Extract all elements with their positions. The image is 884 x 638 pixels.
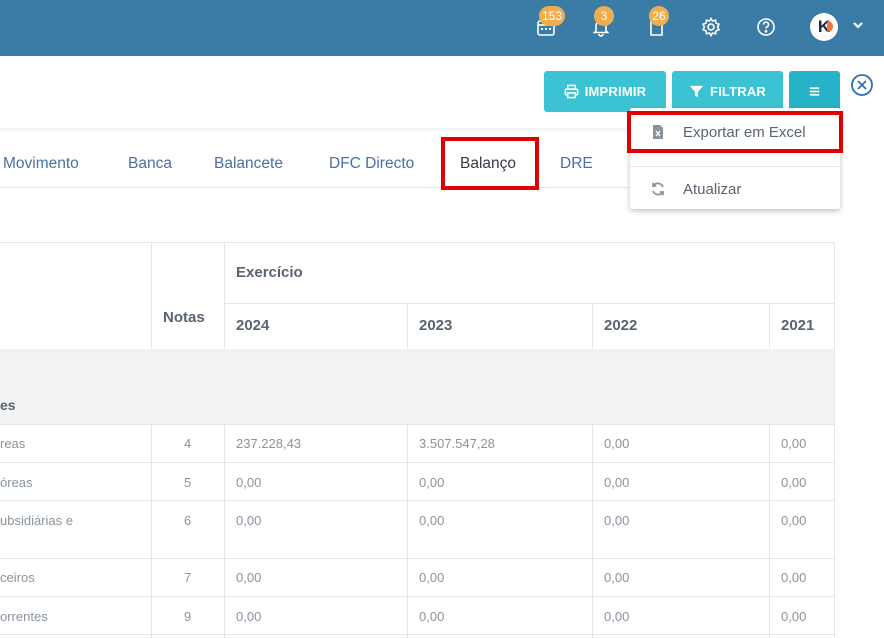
dropdown-divider: [630, 166, 840, 167]
top-navbar: 153 3 26 K: [0, 0, 884, 56]
row-label: orrentes: [0, 609, 48, 624]
col-divider: [769, 303, 770, 348]
year-header: 2023: [419, 317, 453, 334]
filter-label: FILTRAR: [709, 84, 767, 99]
row-nota: 9: [184, 609, 192, 624]
print-label: IMPRIMIR: [584, 84, 647, 99]
col-divider: [407, 424, 408, 638]
documents-badge: 26: [649, 6, 669, 26]
row-label: óreas: [0, 475, 33, 490]
calendar-button[interactable]: 153: [533, 6, 566, 40]
gear-icon: [701, 17, 721, 37]
col-divider: [834, 349, 835, 424]
year-header: 2022: [604, 317, 638, 334]
value-2023: 0,00: [419, 609, 445, 624]
col-divider: [592, 303, 593, 348]
tab-balancete[interactable]: Balancete: [214, 155, 283, 173]
value-2024: 0,00: [236, 570, 262, 585]
notifications-button[interactable]: 3: [588, 6, 614, 40]
printer-icon: [564, 84, 579, 99]
row-border: [0, 500, 835, 501]
notifications-badge: 3: [594, 6, 614, 26]
menu-button[interactable]: [789, 71, 840, 112]
value-2022: 0,00: [604, 609, 630, 624]
row-nota: 7: [184, 570, 192, 585]
value-2023: 3.507.547,28: [419, 436, 495, 451]
value-2024: 237.228,43: [236, 436, 302, 451]
refresh-item[interactable]: Atualizar: [630, 171, 840, 207]
row-border: [0, 462, 835, 463]
tab-banca[interactable]: Banca: [128, 155, 172, 173]
hamburger-icon: [809, 87, 820, 96]
user-avatar[interactable]: K: [810, 13, 838, 41]
row-border: [0, 596, 835, 597]
row-border: [0, 634, 835, 635]
chevron-down-icon[interactable]: [851, 18, 865, 32]
section-row: [0, 349, 835, 424]
value-2021: 0,00: [781, 513, 807, 528]
help-icon: [757, 18, 775, 36]
tab-dre[interactable]: DRE: [560, 155, 593, 173]
value-2023: 0,00: [419, 475, 445, 490]
col-divider: [151, 242, 152, 638]
value-2022: 0,00: [604, 570, 630, 585]
value-2023: 0,00: [419, 513, 445, 528]
notas-header: Notas: [163, 309, 205, 326]
highlight-export-excel: [627, 111, 843, 153]
filter-button[interactable]: FILTRAR: [672, 71, 783, 112]
col-divider: [834, 242, 835, 638]
row-border: [0, 424, 835, 425]
k-logo-icon: K: [817, 17, 834, 36]
filter-icon: [689, 85, 704, 98]
value-2024: 0,00: [236, 475, 262, 490]
refresh-icon: [652, 182, 664, 196]
section-label: es: [0, 397, 16, 413]
value-2021: 0,00: [781, 475, 807, 490]
tab-movimento[interactable]: Movimento: [3, 155, 79, 173]
year-header: 2021: [781, 317, 815, 334]
close-circle-icon[interactable]: [850, 73, 874, 97]
exercicio-header: Exercício: [236, 264, 303, 281]
value-2023: 0,00: [419, 570, 445, 585]
value-2022: 0,00: [604, 513, 630, 528]
value-2022: 0,00: [604, 436, 630, 451]
col-divider: [224, 242, 225, 638]
print-button[interactable]: IMPRIMIR: [544, 71, 666, 112]
row-nota: 6: [184, 513, 192, 528]
value-2021: 0,00: [781, 436, 807, 451]
row-label: ubsidiárias e: [0, 513, 73, 528]
row-nota: 5: [184, 475, 192, 490]
value-2024: 0,00: [236, 609, 262, 624]
documents-button[interactable]: 26: [643, 6, 669, 40]
row-border: [0, 558, 835, 559]
row-label: reas: [0, 436, 26, 451]
year-header: 2024: [236, 317, 270, 334]
header-divider-line: [224, 303, 835, 304]
value-2021: 0,00: [781, 570, 807, 585]
value-2021: 0,00: [781, 609, 807, 624]
col-divider: [407, 303, 408, 348]
refresh-label: Atualizar: [683, 180, 742, 198]
calendar-badge: 153: [539, 6, 566, 26]
col-divider: [769, 424, 770, 638]
value-2022: 0,00: [604, 475, 630, 490]
help-button[interactable]: [753, 14, 779, 40]
col-divider: [592, 424, 593, 638]
header-divider: [0, 128, 640, 132]
tab-dfc-directo[interactable]: DFC Directo: [329, 155, 414, 173]
settings-button[interactable]: [698, 14, 724, 40]
table-top-border: [0, 242, 835, 243]
highlight-balanco-tab: [441, 137, 539, 190]
row-nota: 4: [184, 436, 192, 451]
value-2024: 0,00: [236, 513, 262, 528]
row-label: ceiros: [0, 570, 35, 585]
